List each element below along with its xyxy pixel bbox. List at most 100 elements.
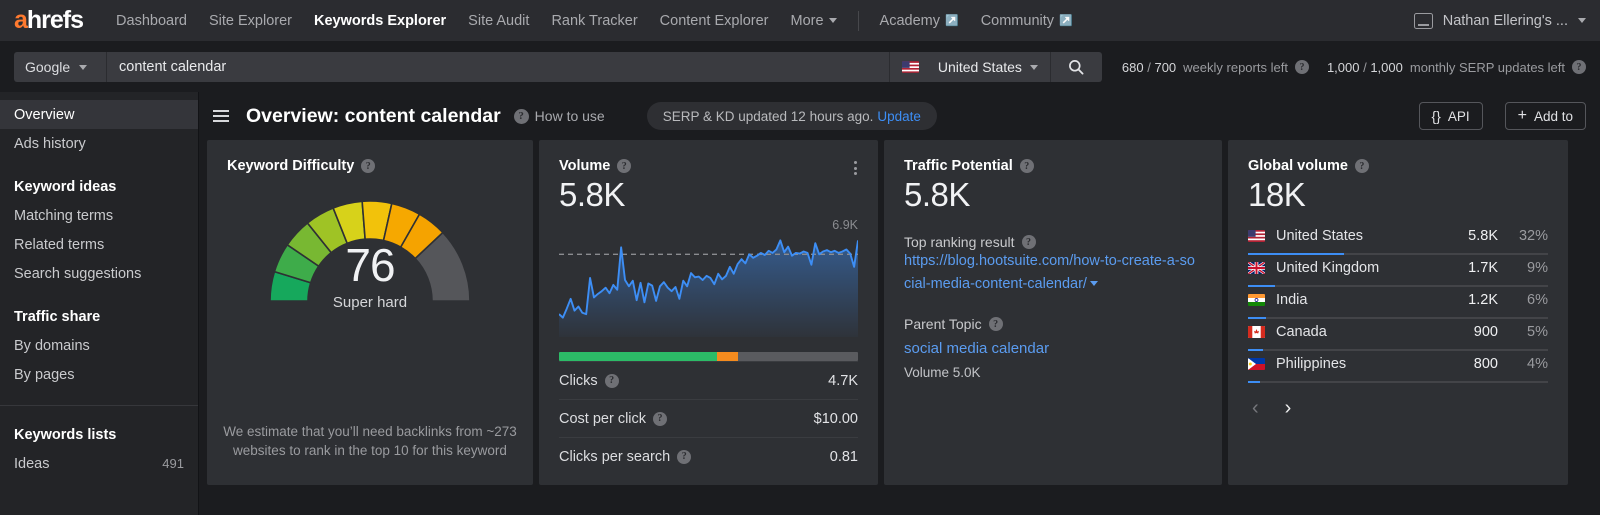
country-select[interactable]: United States	[888, 52, 1050, 82]
cps-value: 0.81	[829, 448, 858, 465]
logo-rest: hrefs	[26, 6, 84, 34]
add-to-label: Add to	[1533, 108, 1573, 124]
sidebar-item-overview[interactable]: Overview	[0, 100, 198, 129]
help-icon[interactable]: ?	[617, 159, 632, 173]
help-icon[interactable]: ?	[1354, 159, 1369, 173]
chevron-left-icon[interactable]: ‹	[1252, 398, 1259, 418]
how-to-use-link[interactable]: ? How to use	[513, 108, 605, 124]
nav-item-community[interactable]: Community ↗️	[970, 13, 1084, 29]
clicks-per-search-row: Clicks per search ? 0.81	[559, 437, 858, 475]
kd-card-body: Keyword Difficulty ? 76 Super hard	[207, 140, 533, 346]
chevron-right-icon[interactable]: ›	[1285, 398, 1292, 418]
weekly-used: 680	[1121, 59, 1144, 75]
api-button[interactable]: {} API	[1418, 102, 1483, 130]
help-icon[interactable]: ?	[988, 317, 1003, 332]
help-icon[interactable]: ?	[1019, 159, 1034, 173]
serp-used: 1,000	[1326, 59, 1360, 75]
clicks-distribution-bar	[559, 352, 858, 362]
sidebar-item-related-terms[interactable]: Related terms	[0, 230, 198, 259]
country-row[interactable]: Canada 900 5%	[1248, 319, 1548, 352]
help-icon[interactable]: ?	[361, 159, 376, 173]
top-ranking-result-label-wrap: Top ranking result ?	[904, 234, 1202, 250]
country-share-fill	[1248, 381, 1260, 384]
nav-item-content-explorer[interactable]: Content Explorer	[649, 13, 780, 29]
ahrefs-logo[interactable]: a hrefs	[14, 6, 84, 35]
nav-label: Keywords Explorer	[314, 12, 447, 29]
country-name: United States	[1276, 227, 1364, 244]
top-ranking-url[interactable]: https://blog.hootsuite.com/how-to-create…	[904, 253, 1195, 291]
country-row[interactable]: Philippines 800 4%	[1248, 351, 1548, 384]
sidebar-item-by-domains[interactable]: By domains	[0, 331, 198, 360]
country-line: United States 5.8K 32%	[1248, 223, 1548, 248]
cpc-label-wrap: Cost per click ?	[559, 411, 668, 427]
sidebar-item-search-suggestions[interactable]: Search suggestions	[0, 259, 198, 288]
kd-note: We estimate that you’ll need backlinks f…	[223, 423, 517, 459]
country-share-fill	[1248, 317, 1266, 320]
search-engine-select[interactable]: Google	[14, 52, 106, 82]
help-icon[interactable]: ?	[677, 449, 692, 464]
flag-gb-icon	[1248, 261, 1265, 274]
sidebar-item-label: Ads history	[14, 135, 86, 152]
country-share-track	[1248, 317, 1548, 320]
logo-a: a	[14, 6, 28, 34]
volume-chart-max-label: 6.9K	[832, 218, 858, 233]
country-percent: 4%	[1527, 355, 1548, 372]
chevron-down-icon	[828, 18, 837, 23]
clicks-bar-no-clicks	[738, 352, 858, 362]
help-icon[interactable]: ?	[653, 411, 668, 426]
update-link[interactable]: Update	[877, 109, 921, 124]
country-row[interactable]: United Kingdom 1.7K 9%	[1248, 255, 1548, 288]
nav-item-rank-tracker[interactable]: Rank Tracker	[540, 13, 648, 29]
country-pager: ‹ ›	[1248, 398, 1548, 418]
country-row[interactable]: United States 5.8K 32%	[1248, 223, 1548, 256]
volume-options-menu[interactable]	[851, 158, 860, 178]
help-icon[interactable]: ?	[604, 373, 619, 388]
country-percent: 6%	[1527, 291, 1548, 308]
plus-icon: +	[1517, 107, 1527, 124]
monitor-icon[interactable]	[1413, 12, 1433, 29]
country-name: India	[1276, 291, 1308, 308]
kd-gauge: 76 Super hard	[227, 196, 513, 346]
search-icon	[1069, 60, 1084, 75]
help-icon[interactable]: ?	[1021, 235, 1036, 250]
sidebar-item-matching-terms[interactable]: Matching terms	[0, 201, 198, 230]
sidebar-item-ads-history[interactable]: Ads history	[0, 129, 198, 158]
serp-updates-limit: 1,000 / 1,000 monthly SERP updates left …	[1327, 60, 1586, 75]
how-to-use-label: How to use	[534, 108, 605, 124]
help-icon[interactable]: ?	[1572, 60, 1586, 74]
chevron-down-icon[interactable]	[1089, 280, 1098, 286]
kd-value: 76	[345, 239, 395, 291]
help-icon[interactable]: ?	[1294, 60, 1309, 74]
sidebar-item-count: 491	[162, 456, 184, 471]
country-volume: 1.2K	[1468, 291, 1498, 308]
keyword-input[interactable]	[106, 52, 889, 82]
nav-item-site-audit[interactable]: Site Audit	[457, 13, 540, 29]
nav-divider	[857, 10, 859, 31]
add-to-button[interactable]: + Add to	[1504, 102, 1586, 130]
nav-item-academy[interactable]: Academy ↗️	[869, 13, 970, 29]
braces-icon: {}	[1431, 108, 1441, 124]
user-account-menu[interactable]: Nathan Ellering's ...	[1443, 13, 1586, 29]
country-share-track	[1248, 285, 1548, 288]
sidebar-item-by-pages[interactable]: By pages	[0, 360, 198, 389]
chevron-down-icon	[1029, 64, 1038, 70]
gv-card-title: Global volume ?	[1248, 158, 1548, 174]
nav-label: Site Explorer	[208, 12, 292, 29]
nav-item-site-explorer[interactable]: Site Explorer	[198, 13, 303, 29]
main-header: Overview: content calendar ? How to use …	[199, 92, 1600, 140]
nav-item-keywords-explorer[interactable]: Keywords Explorer	[303, 13, 457, 29]
sidebar-item-ideas[interactable]: Ideas 491	[0, 449, 198, 478]
country-row[interactable]: India 1.2K 6%	[1248, 287, 1548, 320]
country-list: United States 5.8K 32% United Kingdom 1.7K 9%…	[1248, 213, 1548, 384]
nav-item-dashboard[interactable]: Dashboard	[105, 13, 198, 29]
nav-item-more[interactable]: More	[779, 13, 847, 29]
search-button[interactable]	[1049, 52, 1102, 82]
hamburger-icon[interactable]	[209, 106, 233, 126]
account-limits: 680 / 700 weekly reports left ? 1,000 / …	[1122, 60, 1586, 75]
tp-title-label: Traffic Potential	[904, 158, 1013, 174]
country-name: Philippines	[1276, 355, 1347, 372]
sidebar-divider	[0, 405, 198, 406]
parent-topic-link[interactable]: social media calendar	[904, 340, 1202, 357]
country-percent: 32%	[1518, 227, 1548, 244]
country-share-track	[1248, 253, 1548, 256]
